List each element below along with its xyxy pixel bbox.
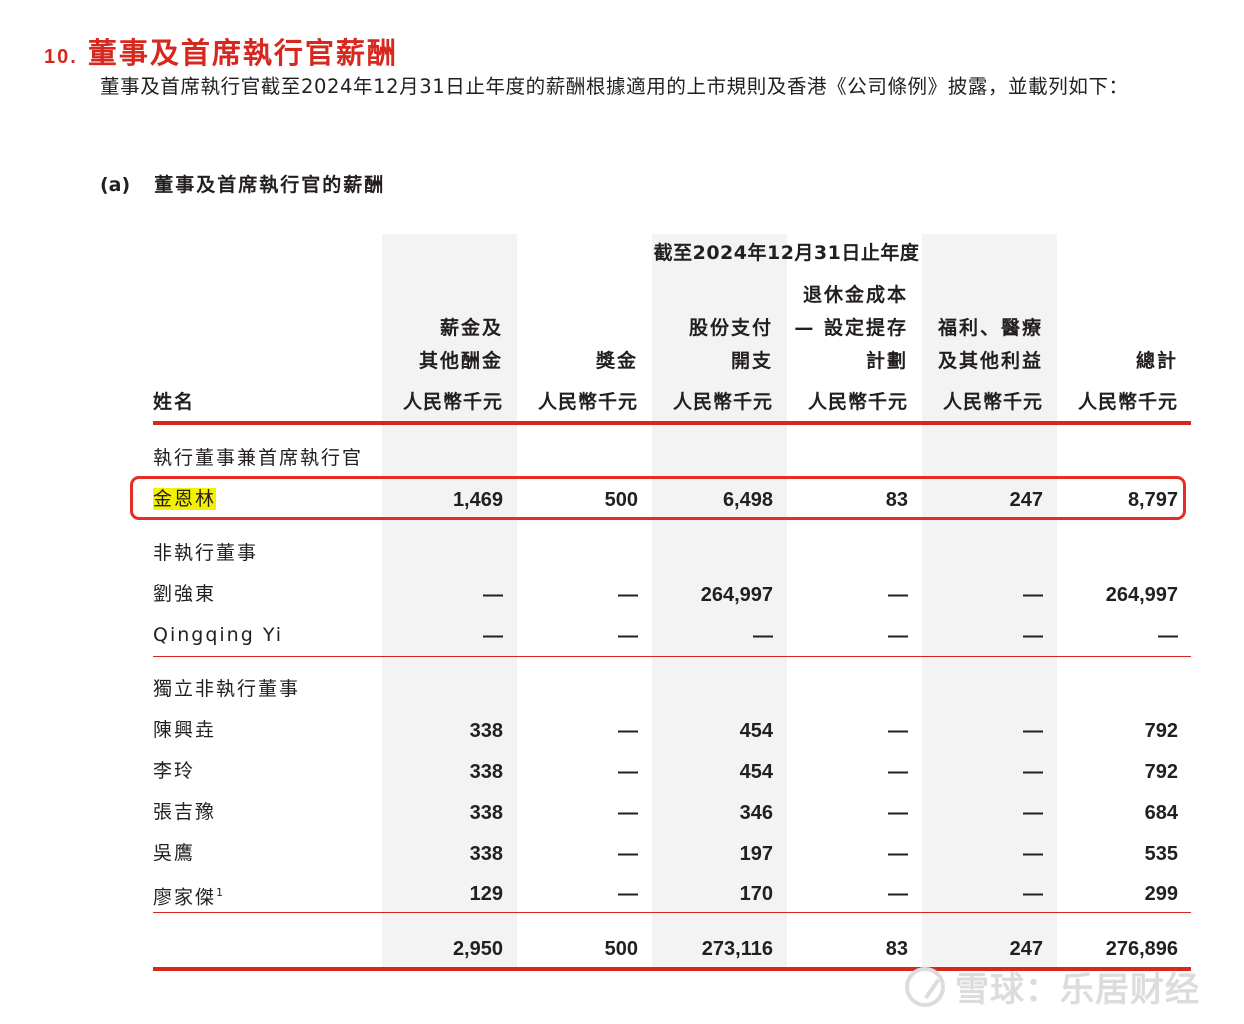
row-name-text: 李玲 <box>153 760 196 782</box>
table-cell: 454 <box>739 720 773 742</box>
table-cell: — <box>888 720 908 742</box>
subsection-title: (a) 董事及首席執行官的薪酬 <box>100 170 385 197</box>
table-cell: 535 <box>1144 843 1178 865</box>
column-header-line: 獎金 <box>595 350 638 372</box>
table-cell: — <box>483 625 503 647</box>
row-name: Qingqing Yi <box>153 623 283 647</box>
row-name: 李玲 <box>153 759 195 783</box>
column-header-line: 退休金成本 <box>802 284 908 306</box>
table-cell: 792 <box>1144 720 1178 742</box>
table-cell: 264,997 <box>700 584 773 606</box>
column-header-line: 其他酬金 <box>418 350 503 372</box>
table-cell: 338 <box>469 720 503 742</box>
table-cell: 454 <box>739 761 773 783</box>
row-name: 張吉豫 <box>153 800 216 824</box>
watermark-text: 雪球：乐居财经 <box>955 970 1200 1010</box>
column-unit: 人民幣千元 <box>537 391 638 413</box>
table-cell: — <box>1023 625 1043 647</box>
row-name-text: 陳興垚 <box>153 719 217 741</box>
table-cell: 170 <box>739 883 773 905</box>
column-header-line: 薪金及 <box>439 317 503 339</box>
column-unit: 人民幣千元 <box>942 391 1043 413</box>
subsection-heading: 董事及首席執行官的薪酬 <box>154 174 386 196</box>
table-cell: — <box>618 802 638 824</box>
table-cell: — <box>1023 843 1043 865</box>
header-rule <box>153 421 1191 425</box>
table-cell: — <box>1023 802 1043 824</box>
group-title: 執行董事兼首席執行官 <box>153 447 364 469</box>
section-number: 10. <box>44 46 78 68</box>
table-cell: — <box>618 584 638 606</box>
table-cell: — <box>888 843 908 865</box>
group-rule <box>153 656 1191 657</box>
row-name: 吳鷹 <box>153 841 195 865</box>
column-header-line: 及其他利益 <box>937 350 1043 372</box>
total-cell: 247 <box>1009 938 1043 960</box>
total-cell: 2,950 <box>452 938 503 960</box>
table-cell: — <box>888 584 908 606</box>
column-header-line: 股份支付 <box>688 317 773 339</box>
column-unit: 人民幣千元 <box>1077 391 1178 413</box>
table-cell: — <box>618 720 638 742</box>
table-cell: 684 <box>1144 802 1178 824</box>
table-cell: 338 <box>469 761 503 783</box>
intro-paragraph: 董事及首席執行官截至2024年12月31日止年度的薪酬根據適用的上市規則及香港《… <box>100 75 1129 98</box>
column-header-line: 開支 <box>730 350 773 372</box>
row-name-text: 劉強東 <box>153 583 217 605</box>
table-cell: — <box>1023 720 1043 742</box>
row-name: 廖家傑1 <box>153 881 225 909</box>
table-cell: — <box>888 883 908 905</box>
table-cell: — <box>483 584 503 606</box>
total-cell: 500 <box>604 938 638 960</box>
table-cell: — <box>1023 584 1043 606</box>
table-cell: — <box>1023 761 1043 783</box>
footnote-marker: 1 <box>216 886 226 899</box>
watermark: 雪球：乐居财经 <box>905 962 1200 1011</box>
column-header-line: — 設定提存 <box>794 317 908 339</box>
row-name-text: 吳鷹 <box>153 842 196 864</box>
column-header-line: 福利、醫療 <box>937 317 1043 339</box>
row-name: 劉強東 <box>153 582 216 606</box>
column-unit: 人民幣千元 <box>672 391 773 413</box>
table-cell: — <box>618 761 638 783</box>
group-title: 非執行董事 <box>153 542 259 564</box>
highlight-callout-box <box>130 476 1186 520</box>
period-header: 截至2024年12月31日止年度 <box>653 242 920 264</box>
table-cell: 197 <box>739 843 773 865</box>
subsection-label: (a) <box>100 174 131 196</box>
column-header-line: 總計 <box>1135 350 1178 372</box>
group-title: 獨立非執行董事 <box>153 678 301 700</box>
section-title: 10. 董事及首席執行官薪酬 <box>44 30 398 72</box>
column-unit: 人民幣千元 <box>807 391 908 413</box>
table-cell: — <box>888 802 908 824</box>
total-cell: 273,116 <box>701 938 773 960</box>
row-name-text: Qingqing Yi <box>153 624 284 646</box>
table-cell: — <box>618 843 638 865</box>
group-rule <box>153 912 1191 913</box>
table-cell: — <box>1023 883 1043 905</box>
table-cell: — <box>888 761 908 783</box>
table-cell: 264,997 <box>1105 584 1178 606</box>
table-cell: 129 <box>469 883 503 905</box>
total-cell: 276,896 <box>1105 938 1178 960</box>
table-cell: — <box>618 625 638 647</box>
name-header: 姓名 <box>153 391 196 413</box>
table-cell: — <box>753 625 773 647</box>
row-name-text: 廖家傑 <box>153 886 217 909</box>
table-cell: 346 <box>739 802 773 824</box>
table-cell: 338 <box>469 802 503 824</box>
table-cell: 338 <box>469 843 503 865</box>
xueqiu-logo-icon <box>905 966 945 1007</box>
section-heading: 董事及首席執行官薪酬 <box>87 36 398 70</box>
table-cell: — <box>618 883 638 905</box>
column-header-line: 計劃 <box>865 350 908 372</box>
row-name: 陳興垚 <box>153 718 216 742</box>
row-name-text: 張吉豫 <box>153 801 217 823</box>
table-cell: 299 <box>1144 883 1178 905</box>
column-unit: 人民幣千元 <box>402 391 503 413</box>
table-cell: — <box>888 625 908 647</box>
table-cell: 792 <box>1144 761 1178 783</box>
total-cell: 83 <box>885 938 908 960</box>
table-cell: — <box>1158 625 1178 647</box>
